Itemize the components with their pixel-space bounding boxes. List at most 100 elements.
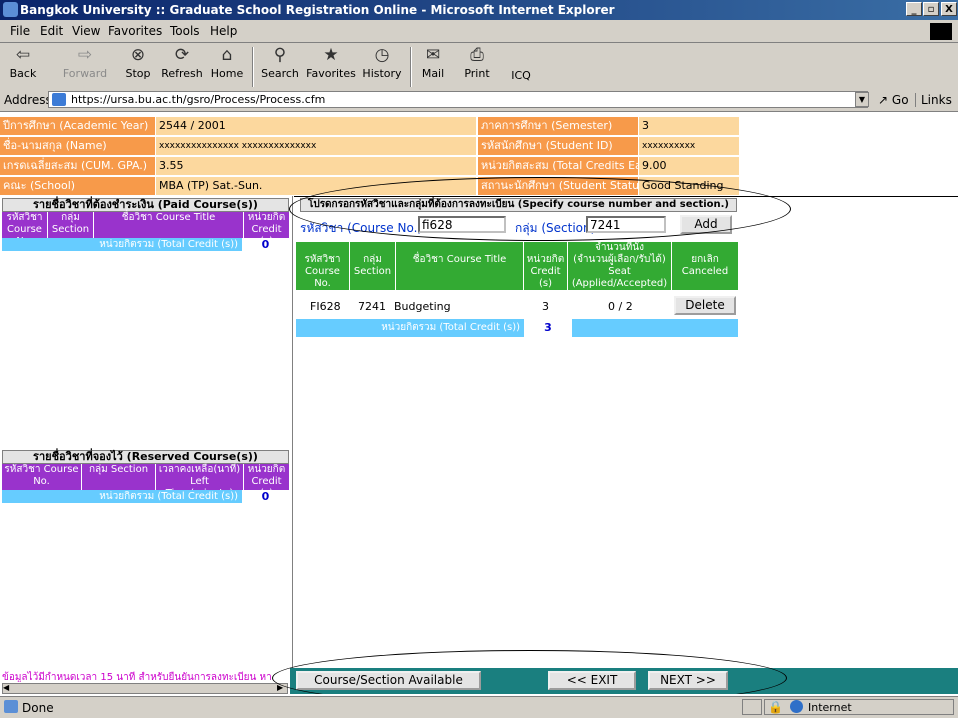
- selected-col-course-no: รหัสวิชา Course No.: [296, 242, 350, 290]
- home-icon: ⌂: [221, 45, 233, 65]
- back-arrow-icon: ⇦: [15, 45, 31, 65]
- status-pane: [742, 699, 762, 715]
- mail-icon: ✉: [425, 45, 441, 65]
- menu-tools[interactable]: Tools: [170, 24, 200, 38]
- reserved-total-label: หน่วยกิตรวม (Total Credit (s)): [2, 490, 242, 503]
- stop-icon: ⊗: [130, 45, 146, 65]
- search-button[interactable]: ⚲ Search: [258, 45, 302, 80]
- reserved-col-left-time: เวลาคงเหลือ(นาที) Left Time(minute): [156, 464, 244, 499]
- page-icon: [52, 93, 66, 106]
- browser-toolbar: ⇦ Back ⇨ Forward ⊗ Stop ⟳ Refresh ⌂ Home ⚲ Sea…: [0, 43, 958, 91]
- window-title: Bangkok University :: Graduate School Re…: [20, 3, 615, 17]
- menu-view[interactable]: View: [72, 24, 100, 38]
- minimize-button[interactable]: _: [906, 2, 922, 16]
- links-button[interactable]: Links: [915, 93, 952, 107]
- selected-total-label: หน่วยกิตรวม (Total Credit (s)): [296, 319, 524, 337]
- window-title-bar[interactable]: Bangkok University :: Graduate School Re…: [0, 0, 958, 20]
- name-value: xxxxxxxxxxxxxxx xxxxxxxxxxxxxx: [156, 137, 476, 155]
- paid-col-course-no: รหัสวิชา Course No.: [2, 212, 48, 247]
- horizontal-scrollbar[interactable]: ◀ ▶: [2, 683, 288, 694]
- student-id-value: xxxxxxxxxx: [639, 137, 739, 155]
- semester-value: 3: [639, 117, 739, 135]
- close-button[interactable]: X: [941, 2, 957, 16]
- scroll-left-icon[interactable]: ◀: [3, 683, 9, 692]
- address-bar: Address https://ursa.bu.ac.th/gsro/Proce…: [0, 90, 958, 112]
- history-button[interactable]: ◷ History: [360, 45, 404, 80]
- table-row: FI628 7241 Budgeting 3 0 / 2 Delete: [296, 296, 738, 318]
- menu-favorites[interactable]: Favorites: [108, 24, 162, 38]
- gpa-value: 3.55: [156, 157, 476, 175]
- row-title: Budgeting: [394, 300, 451, 313]
- forward-arrow-icon: ⇨: [77, 45, 93, 65]
- column-divider: [292, 196, 293, 668]
- reserved-col-course-no: รหัสวิชา Course No.: [2, 464, 82, 490]
- history-icon: ◷: [374, 45, 390, 65]
- menu-edit[interactable]: Edit: [40, 24, 63, 38]
- credits-earned-value: 9.00: [639, 157, 739, 175]
- refresh-button[interactable]: ⟳ Refresh: [160, 45, 204, 80]
- school-label: คณะ (School): [0, 177, 155, 195]
- annotation-ellipse-bottom: [272, 650, 787, 694]
- mail-button[interactable]: ✉ Mail: [416, 45, 450, 80]
- row-seat: 0 / 2: [608, 300, 633, 313]
- icq-button[interactable]: ICQ: [506, 69, 536, 82]
- back-button[interactable]: ⇦ Back: [6, 45, 40, 80]
- paid-courses-header: รหัสวิชา Course No. กลุ่ม Section ชื่อวิ…: [2, 212, 289, 247]
- home-button[interactable]: ⌂ Home: [210, 45, 244, 80]
- maximize-button[interactable]: ▫: [923, 2, 939, 16]
- status-bar: Done 🔒 Internet: [0, 696, 958, 718]
- row-credit: 3: [542, 300, 549, 313]
- refresh-icon: ⟳: [174, 45, 190, 65]
- delete-button[interactable]: Delete: [674, 296, 736, 315]
- selected-total-filler: [572, 319, 738, 337]
- globe-icon: [790, 700, 803, 713]
- reserved-col-section: กลุ่ม Section: [82, 464, 156, 490]
- print-button[interactable]: ⎙ Print: [460, 45, 494, 80]
- timeout-notice: ข้อมูลไว้มีกำหนดเวลา 15 นาที สำหรับยืนยั…: [2, 672, 272, 682]
- annotation-ellipse-top: [289, 177, 791, 241]
- go-button[interactable]: ↗ Go: [878, 93, 909, 107]
- credits-earned-label: หน่วยกิตสะสม (Total Credits Earned): [478, 157, 638, 175]
- paid-col-credit: หน่วยกิต Credit (s): [247, 212, 286, 247]
- search-icon: ⚲: [273, 45, 287, 65]
- semester-label: ภาคการศึกษา (Semester): [478, 117, 638, 135]
- paid-col-title: ชื่อวิชา Course Title: [94, 212, 244, 238]
- reserved-col-credit: หน่วยกิต Credit (s): [247, 464, 286, 499]
- menu-bar: File Edit View Favorites Tools Help: [0, 20, 958, 43]
- paid-courses-title: รายชื่อวิชาที่ต้องชำระเงิน (Paid Course(…: [2, 198, 289, 212]
- favorites-icon: ★: [323, 45, 339, 65]
- address-label: Address: [4, 93, 52, 107]
- menu-help[interactable]: Help: [210, 24, 237, 38]
- gpa-label: เกรดเฉลี่ยสะสม (CUM. GPA.): [0, 157, 155, 175]
- address-dropdown-button[interactable]: ▼: [855, 92, 869, 107]
- stop-button[interactable]: ⊗ Stop: [122, 45, 154, 80]
- academic-year-label: ปีการศึกษา (Academic Year): [0, 117, 155, 135]
- selected-courses-header: รหัสวิชา Course No. กลุ่ม Section ชื่อวิ…: [296, 242, 738, 290]
- zone-text: Internet: [808, 701, 852, 714]
- go-arrow-icon: ↗: [878, 93, 889, 107]
- selected-col-seat: จำนวนที่นั่ง (จำนวนผู้เลือก/รับได้) Seat …: [568, 242, 672, 290]
- paid-col-section: กลุ่ม Section: [48, 212, 94, 238]
- ie-logo-icon: [3, 2, 18, 17]
- student-id-label: รหัสนักศึกษา (Student ID): [478, 137, 638, 155]
- forward-button[interactable]: ⇨ Forward: [62, 45, 108, 80]
- selected-col-title: ชื่อวิชา Course Title: [396, 242, 524, 290]
- windows-logo-icon: [930, 23, 952, 40]
- academic-year-value: 2544 / 2001: [156, 117, 476, 135]
- status-text: Done: [22, 701, 54, 715]
- row-course-no: FI628: [310, 300, 341, 313]
- row-section: 7241: [358, 300, 386, 313]
- selected-col-cancel: ยกเลิก Canceled: [681, 254, 729, 277]
- name-label: ชื่อ-นามสกุล (Name): [0, 137, 155, 155]
- toolbar-separator: [252, 47, 254, 87]
- reserved-total-value: 0: [261, 490, 270, 503]
- favorites-button[interactable]: ★ Favorites: [304, 45, 358, 80]
- address-input[interactable]: https://ursa.bu.ac.th/gsro/Process/Proce…: [48, 91, 868, 108]
- lock-icon: 🔒: [768, 700, 783, 714]
- print-icon: ⎙: [470, 45, 484, 65]
- status-page-icon: [4, 700, 18, 713]
- selected-col-section: กลุ่ม Section: [350, 242, 396, 290]
- reserved-courses-title: รายชื่อวิชาที่จองไว้ (Reserved Course(s)…: [2, 450, 289, 464]
- selected-total-value: 3: [544, 321, 552, 334]
- menu-file[interactable]: File: [10, 24, 30, 38]
